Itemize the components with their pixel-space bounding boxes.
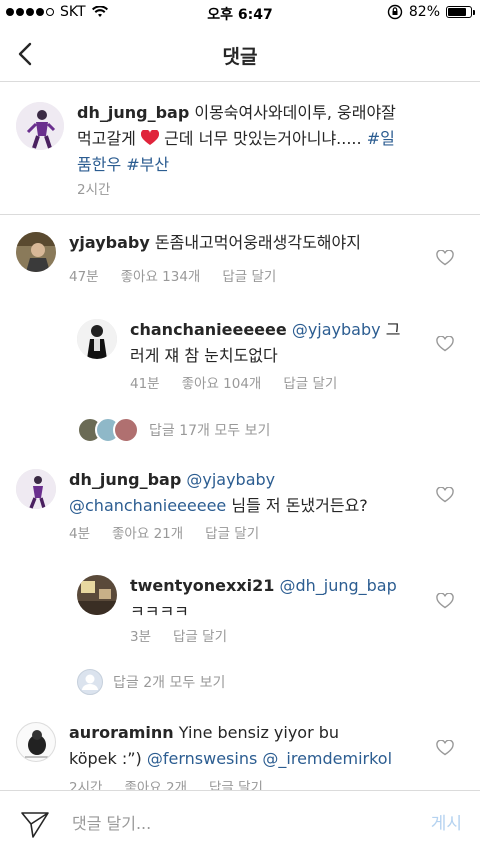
comment-time: 4분 xyxy=(69,526,91,542)
comment-body: 그 xyxy=(385,320,401,339)
mention-link[interactable]: @yjaybaby xyxy=(292,320,381,339)
caption-line1: 이몽숙여사와데이투, 웅래야잘 xyxy=(194,103,396,122)
like-count[interactable]: 좋아요 104개 xyxy=(182,372,262,392)
comment-body: 님들 저 돈냈거든요? xyxy=(231,496,368,515)
caption-text: dh_jung_bap 이몽숙여사와데이투, 웅래야잘 먹고갈게 근데 너무 맛… xyxy=(77,100,467,178)
comment-body: 돈좀내고먹어웅래생각도해야지 xyxy=(154,233,361,252)
comment-username[interactable]: dh_jung_bap xyxy=(69,470,181,489)
hashtag-link[interactable]: #부산 xyxy=(126,155,169,174)
reply-button[interactable]: 답글 달기 xyxy=(205,522,259,542)
comment-body: Yine bensiz yiyor bu xyxy=(178,723,340,742)
view-replies-button[interactable]: 답글 17개 모두 보기 xyxy=(77,417,270,443)
comment-body: ㅋㅋㅋㅋ xyxy=(130,602,189,621)
mention-link[interactable]: @_iremdemirkol xyxy=(262,749,392,768)
comment-time: 3분 xyxy=(130,629,152,645)
reply-button[interactable]: 답글 달기 xyxy=(283,372,337,392)
comment-text: yjaybaby 돈좀내고먹어웅래생각도해야지 xyxy=(69,230,429,256)
comment-meta: 47분 좋아요 134개 답글 달기 xyxy=(69,265,276,285)
hashtag-link[interactable]: #일 xyxy=(367,129,395,148)
comment-input[interactable] xyxy=(72,809,402,837)
red-heart-emoji-icon xyxy=(140,129,160,145)
avatar xyxy=(113,417,139,443)
comment-username[interactable]: chanchanieeeeee xyxy=(130,320,287,339)
status-right: 82% xyxy=(387,4,475,20)
page-title: 댓글 xyxy=(222,46,258,68)
comment-meta: 41분 좋아요 104개 답글 달기 xyxy=(130,372,337,392)
like-heart-icon[interactable] xyxy=(436,740,454,756)
nav-header: 댓글 xyxy=(0,26,480,82)
comment-meta: 4분 좋아요 21개 답글 달기 xyxy=(69,522,259,542)
view-replies-label[interactable]: 답글 2개 모두 보기 xyxy=(113,672,225,692)
comment-username[interactable]: yjaybaby xyxy=(69,233,150,252)
caption-line2b: 근데 너무 맛있는거아니냐..... xyxy=(164,129,362,148)
comment-time: 47분 xyxy=(69,269,99,285)
like-heart-icon[interactable] xyxy=(436,336,454,352)
battery-percent: 82% xyxy=(408,4,440,20)
avatar[interactable] xyxy=(16,102,64,150)
like-count[interactable]: 좋아요 21개 xyxy=(112,522,183,542)
like-heart-icon[interactable] xyxy=(436,593,454,609)
mention-link[interactable]: @fernswesins xyxy=(147,749,257,768)
comment-text: chanchanieeeeee @yjaybaby 그 러게 쟤 참 눈치도없다 xyxy=(130,317,430,369)
status-bar: SKT 오후 6:47 82% xyxy=(0,0,480,26)
avatar[interactable] xyxy=(16,232,56,272)
mention-link[interactable]: @dh_jung_bap xyxy=(279,576,396,595)
comment-time: 41분 xyxy=(130,376,160,392)
battery-icon xyxy=(446,6,475,18)
like-heart-icon[interactable] xyxy=(436,250,454,266)
avatar[interactable] xyxy=(16,469,56,509)
mention-link[interactable]: @yjaybaby xyxy=(186,470,275,489)
reply-button[interactable]: 답글 달기 xyxy=(222,265,276,285)
comment-username[interactable]: auroraminn xyxy=(69,723,174,742)
hashtag-link-cont[interactable]: 품한우 xyxy=(77,155,121,174)
caption-time: 2시간 xyxy=(77,182,111,198)
comment-text: auroraminn Yine bensiz yiyor bu köpek :”… xyxy=(69,720,429,772)
mention-link[interactable]: @chanchanieeeeee xyxy=(69,496,226,515)
post-button[interactable]: 게시 xyxy=(431,809,462,834)
avatar[interactable] xyxy=(77,319,117,359)
reply-avatars xyxy=(77,417,139,443)
caption-section: dh_jung_bap 이몽숙여사와데이투, 웅래야잘 먹고갈게 근데 너무 맛… xyxy=(0,82,480,215)
view-replies-label[interactable]: 답글 17개 모두 보기 xyxy=(149,420,270,440)
comment-text: twentyonexxi21 @dh_jung_bap ㅋㅋㅋㅋ xyxy=(130,573,430,625)
caption-line2a: 먹고갈게 xyxy=(77,129,136,148)
orientation-lock-icon xyxy=(387,4,403,20)
like-heart-icon[interactable] xyxy=(436,487,454,503)
caption-username[interactable]: dh_jung_bap xyxy=(77,103,189,122)
default-avatar-icon xyxy=(77,669,103,695)
comment-text: dh_jung_bap @yjaybaby @chanchanieeeeee 님… xyxy=(69,467,429,519)
comment-meta: 3분 답글 달기 xyxy=(130,625,227,645)
caption-meta: 2시간 xyxy=(77,178,110,198)
comment-body-cont: 러게 쟤 참 눈치도없다 xyxy=(130,346,278,365)
avatar[interactable] xyxy=(77,575,117,615)
avatar[interactable] xyxy=(16,722,56,762)
direct-send-icon[interactable] xyxy=(20,809,50,839)
reply-button[interactable]: 답글 달기 xyxy=(173,625,227,645)
view-replies-button[interactable]: 답글 2개 모두 보기 xyxy=(77,669,225,695)
like-count[interactable]: 좋아요 134개 xyxy=(121,265,201,285)
comment-body-cont: köpek :”) xyxy=(69,749,142,768)
comment-input-bar: 게시 xyxy=(0,790,480,854)
comment-username[interactable]: twentyonexxi21 xyxy=(130,576,274,595)
